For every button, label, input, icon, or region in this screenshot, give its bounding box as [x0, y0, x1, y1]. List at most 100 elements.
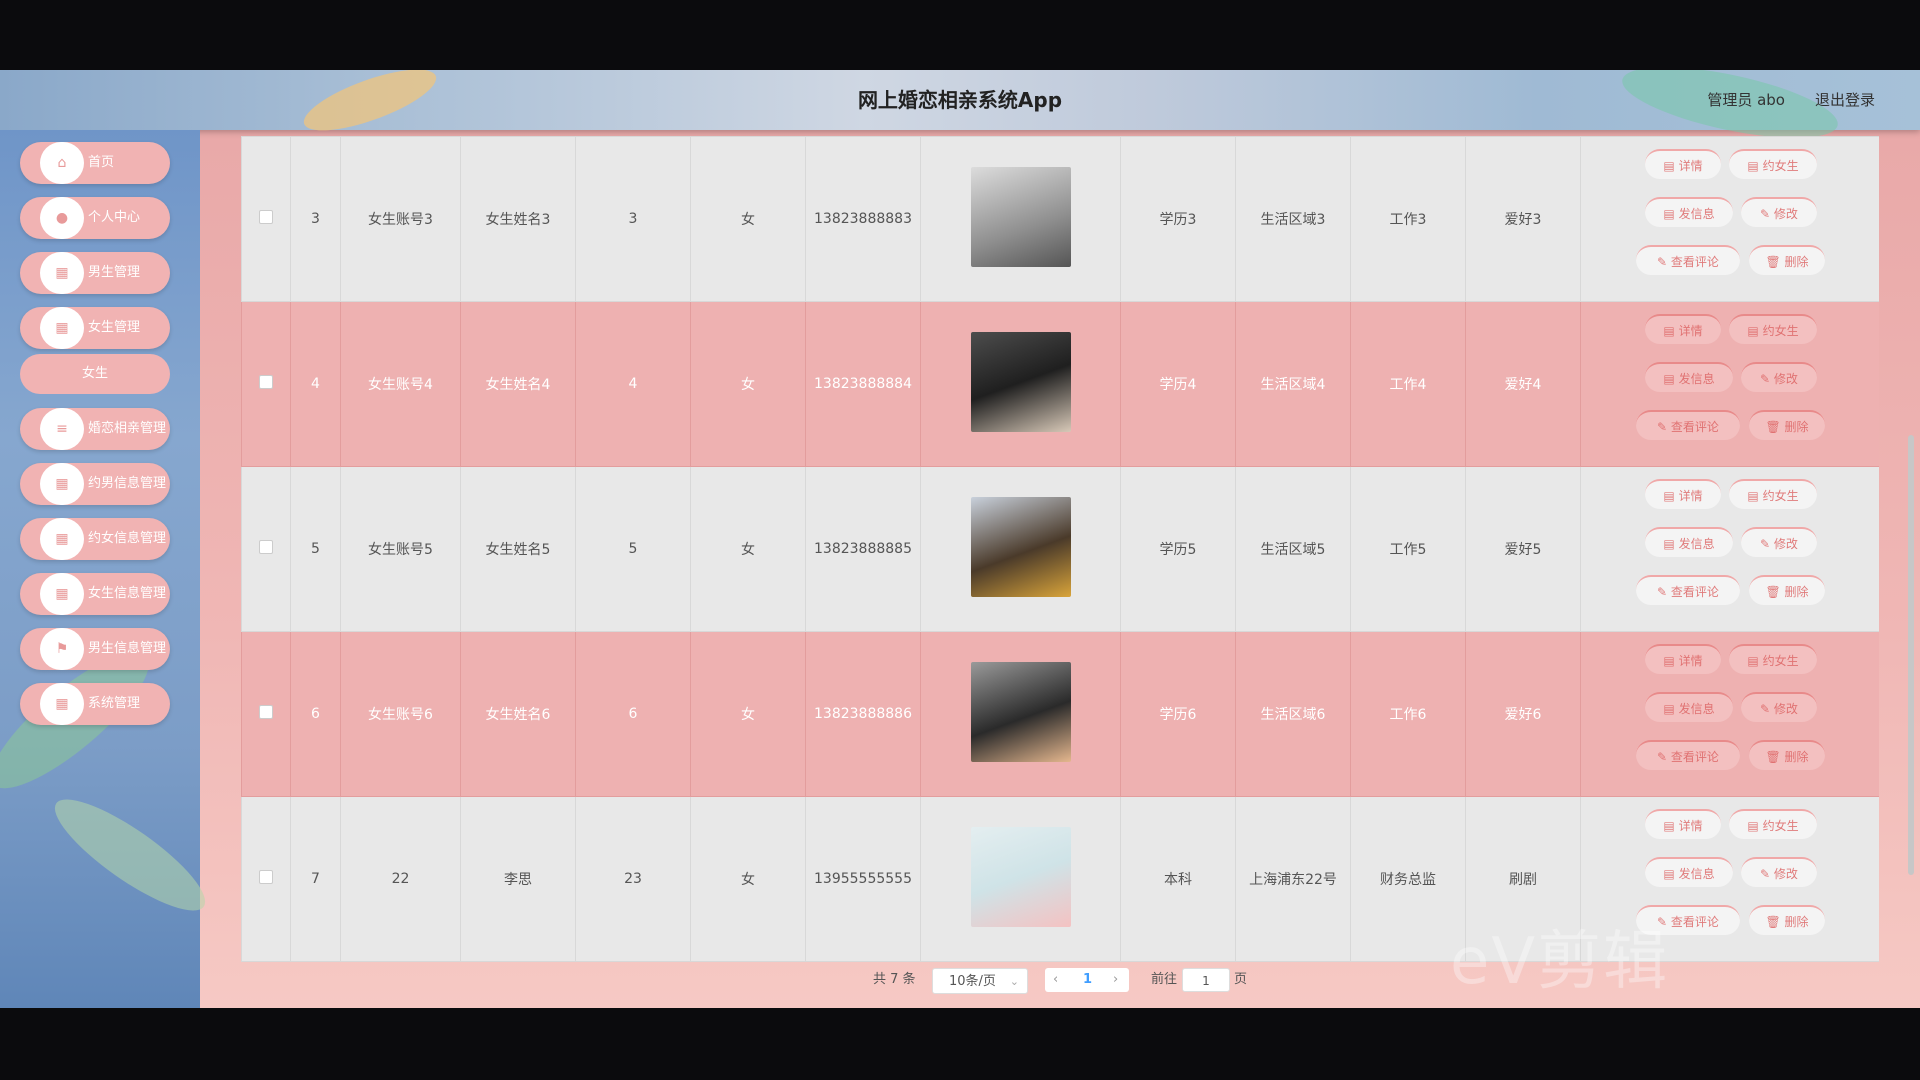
cell-area: 生活区域5 [1235, 466, 1351, 632]
delete-button[interactable]: 🗑 删除 [1749, 245, 1825, 275]
row-actions: ▤ 详情 ▤ 约女生 ▤ 发信息 ✎ 修改 ✎ 查看评论 🗑 删除 [1581, 467, 1879, 631]
cell-name: 女生姓名3 [460, 136, 576, 302]
flag-icon: ⚑ [40, 628, 84, 670]
send-message-button[interactable]: ▤ 发信息 [1645, 527, 1733, 557]
delete-button[interactable]: 🗑 删除 [1749, 410, 1825, 440]
detail-button[interactable]: ▤ 详情 [1645, 644, 1721, 674]
cell-gender: 女 [690, 466, 806, 632]
sidebar-item-matchmaking-management[interactable]: ≡ 婚恋相亲管理 [20, 408, 170, 450]
sidebar-item-label: 女生管理 [88, 320, 141, 335]
sidebar-item-system-management[interactable]: ▦ 系统管理 [20, 683, 170, 725]
row-checkbox[interactable] [259, 540, 273, 554]
sidebar-item-date-female-info[interactable]: ▦ 约女信息管理 [20, 518, 170, 560]
date-girl-button[interactable]: ▤ 约女生 [1729, 644, 1817, 674]
user-icon: ● [40, 197, 84, 239]
cell-name: 女生姓名4 [460, 301, 576, 467]
delete-button[interactable]: 🗑 删除 [1749, 905, 1825, 935]
sidebar-item-female-info[interactable]: ▦ 女生信息管理 [20, 573, 170, 615]
cell-education: 学历6 [1120, 631, 1236, 797]
sidebar-item-home[interactable]: ⌂ 首页 [20, 142, 170, 184]
cell-index: 6 [290, 631, 341, 797]
scrollbar[interactable] [1908, 435, 1914, 875]
view-comments-button[interactable]: ✎ 查看评论 [1636, 410, 1740, 440]
sliders-icon: ≡ [40, 408, 84, 450]
sidebar-item-male-info[interactable]: ⚑ 男生信息管理 [20, 628, 170, 670]
detail-button[interactable]: ▤ 详情 [1645, 479, 1721, 509]
cell-area: 上海浦东22号 [1235, 796, 1351, 962]
table-cell [241, 796, 291, 962]
cell-phone: 13823888884 [805, 301, 921, 467]
prev-page-button[interactable]: ‹ [1053, 968, 1058, 992]
sidebar-item-date-male-info[interactable]: ▦ 约男信息管理 [20, 463, 170, 505]
table-row: 6 女生账号6 女生姓名6 6 女 13823888886 学历6 生活区域6 工作6 爱好6 ▤… [241, 631, 1879, 797]
cell-hobby: 爱好6 [1465, 631, 1581, 797]
edit-button[interactable]: ✎ 修改 [1741, 197, 1817, 227]
profile-photo [970, 332, 1071, 432]
cell-index: 3 [290, 136, 341, 302]
cell-area: 生活区域6 [1235, 631, 1351, 797]
cell-hobby: 爱好5 [1465, 466, 1581, 632]
date-girl-button[interactable]: ▤ 约女生 [1729, 314, 1817, 344]
table-cell [241, 466, 291, 632]
edit-button[interactable]: ✎ 修改 [1741, 692, 1817, 722]
cell-job: 工作3 [1350, 136, 1466, 302]
delete-button[interactable]: 🗑 删除 [1749, 575, 1825, 605]
sidebar-item-male-management[interactable]: ▦ 男生管理 [20, 252, 170, 294]
cell-gender: 女 [690, 136, 806, 302]
grid-icon: ▦ [40, 518, 84, 560]
row-checkbox[interactable] [259, 375, 273, 389]
cell-age: 6 [575, 631, 691, 797]
table-cell [920, 631, 1121, 797]
sidebar-item-label: 系统管理 [88, 696, 141, 711]
cell-actions: ▤ 详情 ▤ 约女生 ▤ 发信息 ✎ 修改 ✎ 查看评论 🗑 删除 [1580, 631, 1879, 797]
table-row: 5 女生账号5 女生姓名5 5 女 13823888885 学历5 生活区域5 工作5 爱好5 ▤… [241, 466, 1879, 632]
detail-button[interactable]: ▤ 详情 [1645, 149, 1721, 179]
row-checkbox[interactable] [259, 705, 273, 719]
cell-name: 女生姓名6 [460, 631, 576, 797]
cell-account: 女生账号5 [340, 466, 461, 632]
date-girl-button[interactable]: ▤ 约女生 [1729, 809, 1817, 839]
table-cell [241, 631, 291, 797]
goto-page-input[interactable]: 1 [1182, 968, 1230, 992]
submenu-item-female[interactable]: 女生 [20, 354, 170, 394]
edit-button[interactable]: ✎ 修改 [1741, 362, 1817, 392]
profile-photo [970, 662, 1071, 762]
table-cell [920, 136, 1121, 302]
view-comments-button[interactable]: ✎ 查看评论 [1636, 245, 1740, 275]
send-message-button[interactable]: ▤ 发信息 [1645, 857, 1733, 887]
send-message-button[interactable]: ▤ 发信息 [1645, 692, 1733, 722]
edit-button[interactable]: ✎ 修改 [1741, 857, 1817, 887]
admin-username: 管理员 abo [1707, 91, 1785, 109]
next-page-button[interactable]: › [1113, 968, 1118, 992]
send-message-button[interactable]: ▤ 发信息 [1645, 197, 1733, 227]
sidebar-decoration [41, 782, 219, 928]
edit-button[interactable]: ✎ 修改 [1741, 527, 1817, 557]
page-number-current[interactable]: 1 [1083, 968, 1092, 992]
grid-icon: ▦ [40, 463, 84, 505]
detail-button[interactable]: ▤ 详情 [1645, 809, 1721, 839]
date-girl-button[interactable]: ▤ 约女生 [1729, 479, 1817, 509]
sidebar-item-personal-center[interactable]: ● 个人中心 [20, 197, 170, 239]
logout-button[interactable]: 退出登录 [1815, 70, 1875, 130]
row-checkbox[interactable] [259, 870, 273, 884]
cell-actions: ▤ 详情 ▤ 约女生 ▤ 发信息 ✎ 修改 ✎ 查看评论 🗑 删除 [1580, 466, 1879, 632]
view-comments-button[interactable]: ✎ 查看评论 [1636, 740, 1740, 770]
sidebar-item-female-management[interactable]: ▦ 女生管理 [20, 307, 170, 349]
cell-phone: 13823888883 [805, 136, 921, 302]
detail-button[interactable]: ▤ 详情 [1645, 314, 1721, 344]
cell-phone: 13955555555 [805, 796, 921, 962]
row-checkbox[interactable] [259, 210, 273, 224]
delete-button[interactable]: 🗑 删除 [1749, 740, 1825, 770]
sidebar-item-label: 首页 [88, 155, 115, 170]
date-girl-button[interactable]: ▤ 约女生 [1729, 149, 1817, 179]
send-message-button[interactable]: ▤ 发信息 [1645, 362, 1733, 392]
cell-area: 生活区域4 [1235, 301, 1351, 467]
cell-account: 女生账号4 [340, 301, 461, 467]
grid-icon: ▦ [40, 307, 84, 349]
page-size-select[interactable]: 10条/页 ⌄ [932, 968, 1028, 994]
cell-job: 工作4 [1350, 301, 1466, 467]
view-comments-button[interactable]: ✎ 查看评论 [1636, 575, 1740, 605]
home-icon: ⌂ [40, 142, 84, 184]
table-cell [920, 796, 1121, 962]
page-number-list: ‹ 1 › [1045, 968, 1129, 992]
